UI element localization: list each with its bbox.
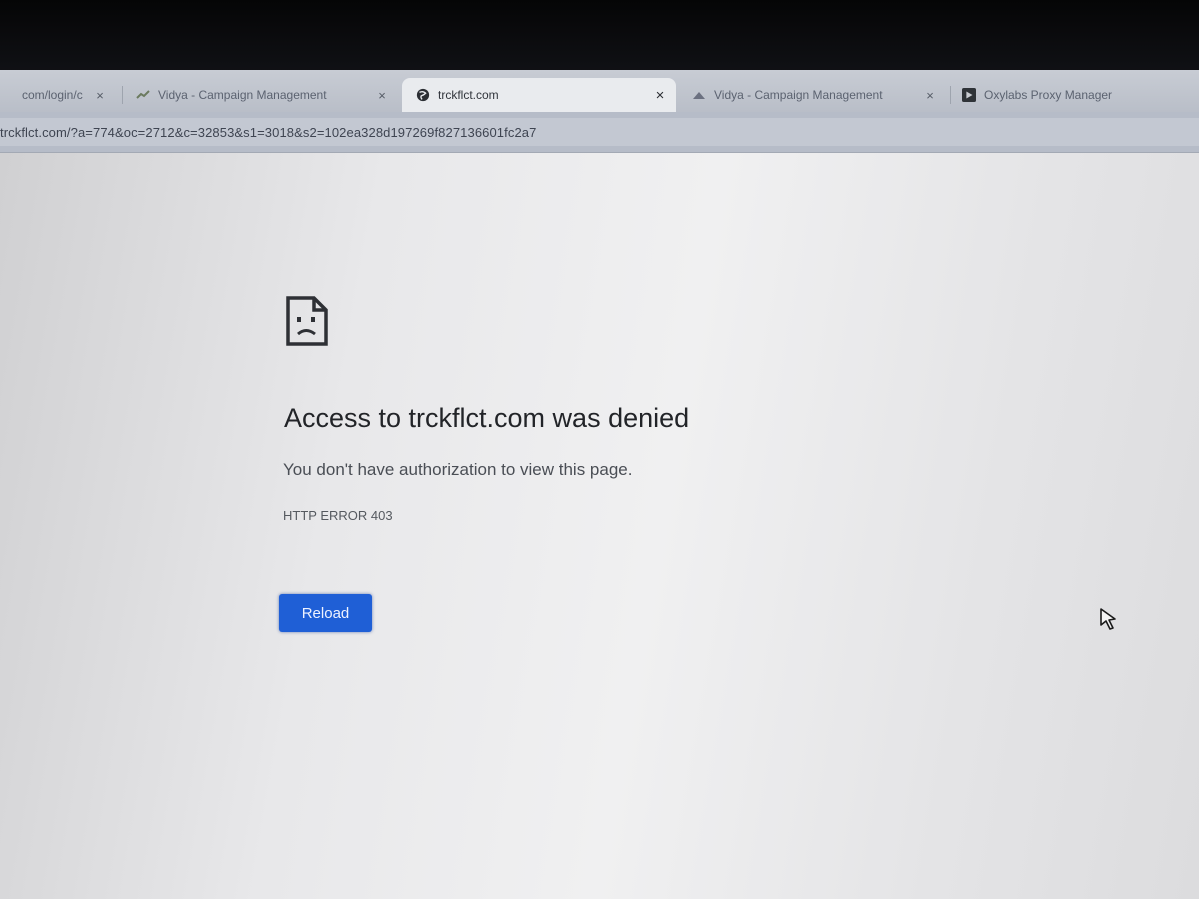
reload-button[interactable]: Reload — [279, 594, 372, 632]
globe-icon — [416, 88, 430, 102]
app-logo-icon — [136, 88, 150, 102]
sad-document-icon — [286, 296, 328, 346]
tab-title: Vidya - Campaign Management — [714, 88, 883, 102]
tab-vidya-campaign-2[interactable]: Vidya - Campaign Management × — [684, 78, 946, 112]
tab-close-icon[interactable]: × — [652, 87, 668, 104]
app-logo-icon — [692, 88, 706, 102]
mouse-pointer-icon — [1100, 608, 1116, 630]
tab-title: com/login/c — [22, 88, 83, 102]
browser-window: com/login/c × Vidya - Campaign Managemen… — [0, 70, 1199, 899]
monitor-bezel — [0, 0, 1199, 78]
error-message: You don't have authorization to view thi… — [283, 460, 633, 479]
tab-title: Oxylabs Proxy Manager — [984, 88, 1113, 102]
browser-toolbar: trckflct.com/?a=774&oc=2712&c=32853&s1=3… — [0, 112, 1199, 153]
blank-page-icon — [0, 88, 14, 102]
error-heading: Access to trckflct.com was denied — [284, 403, 690, 433]
play-icon — [962, 88, 976, 102]
error-page: Access to trckflct.com was denied You do… — [0, 153, 1199, 899]
tab-oxylabs[interactable]: Oxylabs Proxy Manager — [954, 78, 1199, 112]
tab-close-icon[interactable]: × — [92, 88, 108, 103]
tab-close-icon[interactable]: × — [922, 88, 938, 103]
tab-title: trckflct.com — [438, 88, 499, 102]
tab-vidya-campaign[interactable]: Vidya - Campaign Management × — [128, 78, 398, 112]
tab-divider — [950, 86, 951, 104]
address-bar[interactable]: trckflct.com/?a=774&oc=2712&c=32853&s1=3… — [0, 118, 1199, 146]
tab-trckflct-active[interactable]: trckflct.com × — [402, 78, 676, 112]
tab-close-icon[interactable]: × — [374, 88, 390, 103]
error-code: HTTP ERROR 403 — [283, 508, 393, 523]
tab-login[interactable]: com/login/c × — [0, 78, 116, 112]
tab-title: Vidya - Campaign Management — [158, 88, 327, 102]
tab-strip: com/login/c × Vidya - Campaign Managemen… — [0, 70, 1199, 112]
tab-divider — [122, 86, 123, 104]
